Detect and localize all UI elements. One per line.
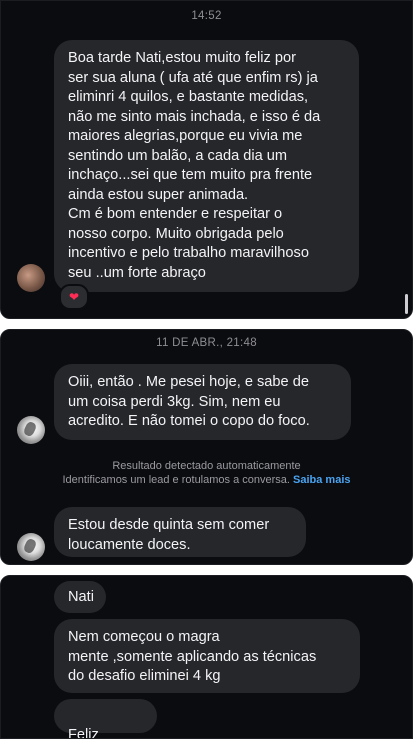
message-timestamp: 14:52 — [191, 10, 222, 22]
avatar[interactable] — [17, 264, 45, 292]
received-message-bubble[interactable]: Estou desde quinta sem comer loucamente … — [54, 507, 306, 557]
scrollbar[interactable] — [405, 294, 408, 314]
received-message-bubble[interactable]: Feliz 🥺 ☺️ — [54, 699, 157, 738]
message-text: Feliz — [68, 726, 99, 739]
notice-text: Identificamos um lead e rotulamos a conv… — [62, 474, 290, 486]
chat-panel-2: 11 DE ABR., 21:48 Oiii, então . Me pesei… — [0, 329, 413, 565]
avatar[interactable] — [17, 533, 45, 561]
learn-more-link[interactable]: Saiba mais — [293, 474, 350, 486]
notice-title: Resultado detectado automaticamente — [112, 460, 301, 472]
chat-panel-3: Nati Nem começou o magra mente ,somente … — [0, 575, 413, 739]
received-message-bubble[interactable]: Nati — [54, 581, 106, 613]
chat-panel-1: 14:52 Boa tarde Nati,estou muito feliz p… — [0, 0, 413, 319]
received-message-bubble[interactable]: Oiii, então . Me pesei hoje, e sabe de u… — [54, 364, 351, 440]
avatar[interactable] — [17, 416, 45, 444]
date-separator: 11 DE ABR., 21:48 — [156, 337, 257, 349]
received-message-bubble[interactable]: Nem começou o magra mente ,somente aplic… — [54, 619, 360, 693]
auto-detection-notice: Resultado detectado automaticamente Iden… — [1, 459, 412, 487]
received-message-bubble[interactable]: Boa tarde Nati,estou muito feliz por ser… — [54, 40, 359, 292]
notice-body: Identificamos um lead e rotulamos a conv… — [1, 473, 412, 487]
heart-reaction-icon[interactable]: ❤ — [59, 284, 89, 310]
